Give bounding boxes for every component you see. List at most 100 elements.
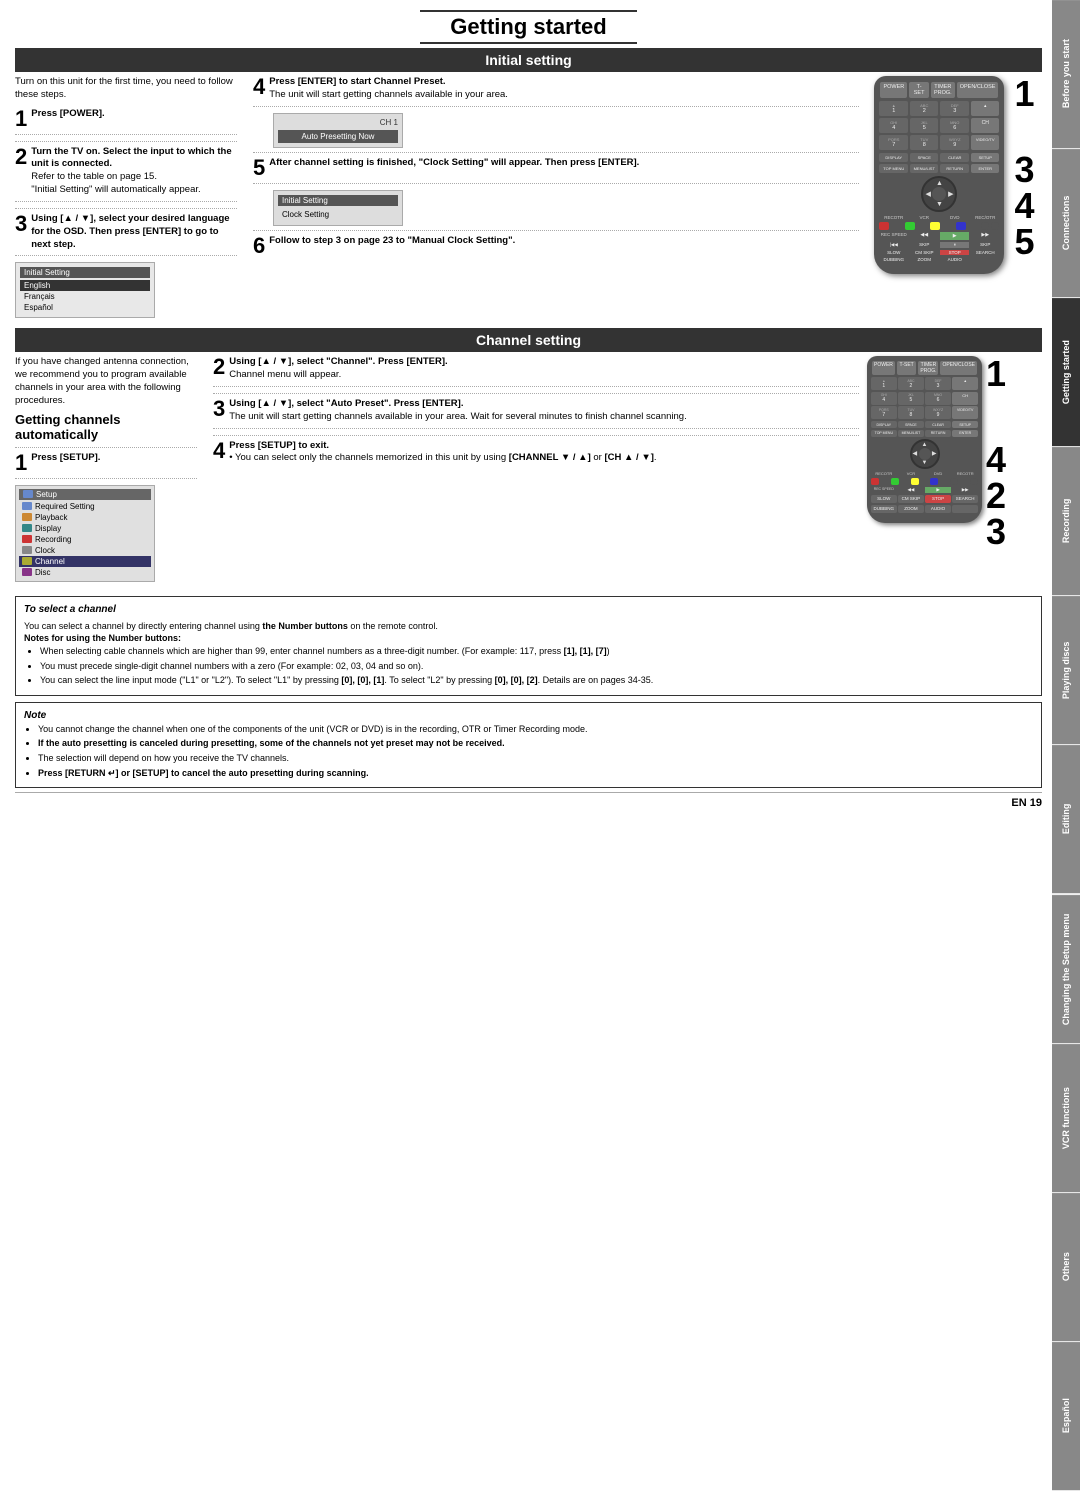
recording-icon [22,535,32,543]
select-channel-title: To select a channel [24,603,1033,617]
tab-espanol[interactable]: Español [1052,1342,1080,1490]
remote-nav: ▲ ▼ ◀ ▶ [879,176,999,212]
rs-stop: STOP [925,495,951,503]
note-bullet-4: Press [RETURN ↵] or [SETUP] to cancel th… [38,767,1033,780]
remote-control-2: POWER T-SET TIMER PROG. OPEN/CLOSE ▲1 AB… [867,356,982,523]
rs-top-menu: TOP MENU [871,430,897,437]
ch-step-1-text: Press [SETUP]. [31,452,100,463]
rs-timer: TIMER PROG. [918,361,938,375]
rs-color-btns [871,478,978,485]
rs-play: ▶ [925,487,951,493]
ch-large-3: 3 [986,514,1006,550]
channel-middle-col: 2 Using [▲ / ▼], select "Channel". Press… [205,356,867,581]
step-1-content: Press [POWER]. [31,108,237,121]
nav-circle: ▲ ▼ ◀ ▶ [921,176,957,212]
tab-vcr-functions[interactable]: VCR functions [1052,1044,1080,1192]
key-ch-up: ▲ [971,101,1000,116]
language-screen: Initial Setting English Français Español [15,262,155,318]
rs-blue [930,478,938,485]
vcr-label: VCR [910,215,939,220]
step-2-note: "Initial Setting" will automatically app… [31,184,237,197]
initial-step-4: 4 Press [ENTER] to start Channel Preset.… [253,76,859,107]
nav-center [932,187,946,201]
rs-green [891,478,899,485]
ch-step-2-content: Using [▲ / ▼], select "Channel". Press [… [229,356,859,382]
key-clear: CLEAR [940,153,969,162]
note-bullet-3: The selection will depend on how you rec… [38,752,1033,765]
rs-search: SEARCH [952,495,978,503]
recotr-label: RECOTR [879,215,908,220]
rs-recspeed: REC SPEED ◀◀ ▶ ▶▶ [871,487,978,493]
setup-item-required: Required Setting [19,501,151,512]
key-7: PQRS7 [879,135,908,150]
rs-top-row: POWER T-SET TIMER PROG. OPEN/CLOSE [871,361,978,375]
clock-setting-label: Clock Setting [278,208,398,221]
rs-rw: ◀◀ [898,487,924,493]
remote-top-buttons: POWER T-SET TIMER PROG. OPEN/CLOSE [879,82,999,98]
rs-5: JKL5 [898,392,924,405]
initial-step-3: 3 Using [▲ / ▼], select your desired lan… [15,213,237,256]
rs-rec-speed-lbl: REC SPEED [871,487,897,493]
ch1-screen: CH 1 Auto Presetting Now [273,113,403,148]
step-2-num: 2 [15,146,27,168]
skip-pause-row: |◀◀ SKIP ⏸ SKIP [879,242,999,248]
key-space: SPACE [910,153,939,162]
blank-btn [971,257,1000,262]
rs-nav-circle: ▲ ▼ ◀ ▶ [910,439,940,469]
tab-before-you-start[interactable]: Before you start [1052,0,1080,148]
step-5-content: After channel setting is finished, "Cloc… [269,157,859,170]
ch-step-4-content: Press [SETUP] to exit. • You can select … [229,440,859,466]
rs-func-grid: DISPLAY SPACE CLEAR SETUP TOP MENU MENU/… [871,421,978,437]
tab-recording[interactable]: Recording [1052,447,1080,595]
rs-menu: MENU/LIST [898,430,924,437]
step-3-text: Using [▲ / ▼], select your desired langu… [31,213,229,250]
ch-step-4-num: 4 [213,440,225,462]
rs-cm-skip: CM SKIP [898,495,924,503]
setup-item-display: Display [19,523,151,534]
rs-zoom: ZOOM [898,505,924,513]
rs-blank [952,505,978,513]
tab-connections[interactable]: Connections [1052,149,1080,297]
rs-4: GHI4 [871,392,897,405]
tab-playing-discs[interactable]: Playing discs [1052,596,1080,744]
channel-icon [22,557,32,565]
key-ch: CH [971,118,1000,133]
remote-control-1: POWER T-SET TIMER PROG. OPEN/CLOSE ▲1 AB… [874,76,1004,274]
large-nums-initial: 1 3 4 5 [1014,76,1034,260]
rs-numgrid: ▲1 ABC2 DEF3 ▲ GHI4 JKL5 MNO6 CH PQRS7 T… [871,377,978,419]
rs-2: ABC2 [898,377,924,390]
tab-editing[interactable]: Editing [1052,745,1080,893]
key-6: MNO6 [940,118,969,133]
clock-screen-wrapper: Initial Setting Clock Setting [273,190,859,226]
rs-display: DISPLAY [871,421,897,428]
note-item-3: You can select the line input mode ("L1"… [40,674,1033,687]
getting-channels-col: If you have changed antenna connection, … [15,356,205,581]
clock-icon [22,546,32,554]
power-btn: POWER [880,82,907,98]
step-1-text: Press [POWER]. [31,108,104,119]
tab-getting-started[interactable]: Getting started [1052,298,1080,446]
initial-step-1: 1 Press [POWER]. [15,108,237,135]
page-title: Getting started [420,10,636,44]
key-menu: MENU/LIST [910,164,939,173]
step-6-content: Follow to step 3 on page 23 to "Manual C… [269,235,859,248]
tset-btn: T-SET [909,82,929,98]
ch-step-2-text: Using [▲ / ▼], select "Channel". Press [… [229,356,447,367]
setup-screen-title: Setup [19,489,151,500]
tab-changing-setup[interactable]: Changing the Setup menu [1052,895,1080,1043]
initial-setting-middle-col: 4 Press [ENTER] to start Channel Preset.… [245,76,867,322]
blue-btn [956,222,966,230]
lang-english: English [20,280,150,291]
rewind-btn: ◀◀ [910,232,939,240]
ch-large-1: 1 [986,356,1006,392]
skip-btn: |◀◀ [879,242,908,248]
skip3-btn: SKIP [971,242,1000,248]
tab-others[interactable]: Others [1052,1193,1080,1341]
rs-circle1 [950,478,958,485]
timer-btn: TIMER PROG. [931,82,955,98]
key-8: TUV8 [910,135,939,150]
page-number: EN 19 [1011,797,1042,809]
ch-step-1: 1 Press [SETUP]. [15,452,197,479]
transport-row: SLOW CM SKIP STOP SEARCH [879,250,999,255]
number-buttons-note-title: Notes for using the Number buttons: [24,632,1033,645]
